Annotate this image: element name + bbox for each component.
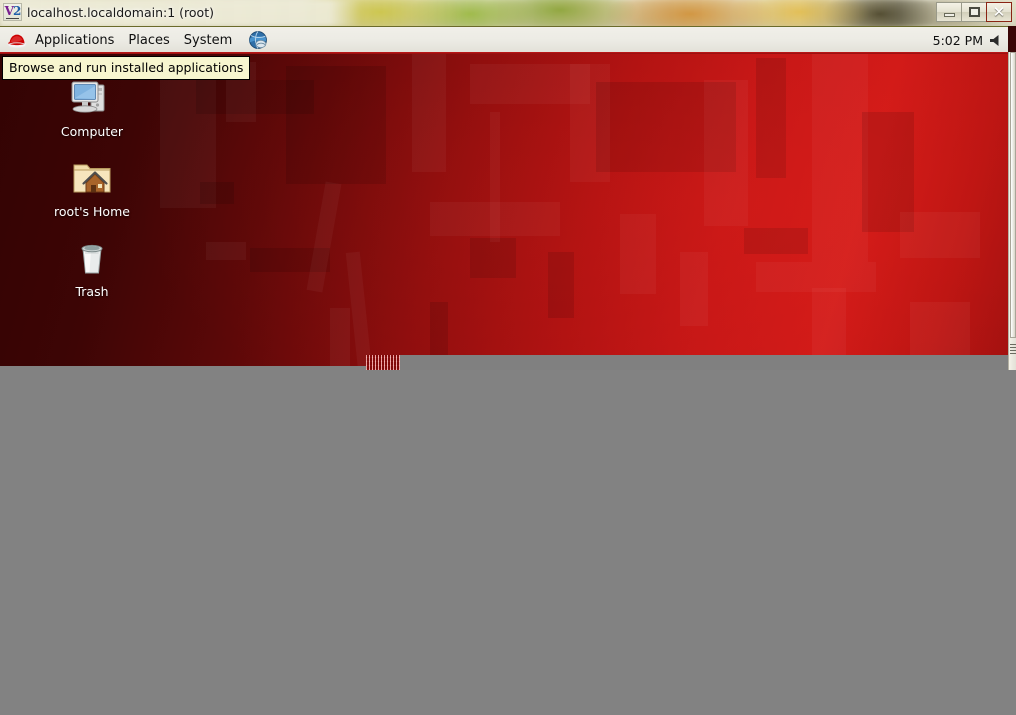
scrollbar-thumb[interactable] <box>1010 52 1016 338</box>
volume-speaker-icon[interactable] <box>989 33 1002 48</box>
panel-left-section: Applications Places System <box>0 27 269 53</box>
desktop-icon-label: Trash <box>75 284 109 299</box>
redhat-logo-svg <box>7 34 27 49</box>
home-folder-icon <box>44 154 140 200</box>
maximize-icon <box>968 7 980 17</box>
clock[interactable]: 5:02 PM <box>933 33 983 48</box>
vnc-viewer-icon: V2 <box>3 3 22 21</box>
vnc-render-artifact <box>366 355 400 370</box>
trash-icon <box>44 234 140 280</box>
scrollbar-grip <box>1010 342 1016 354</box>
remote-desktop-viewport[interactable]: Computer root's Home Trash Applications … <box>0 26 1016 370</box>
desktop-icon-computer[interactable]: Computer <box>44 74 140 139</box>
vnc-icon-letter-v: V <box>4 4 14 18</box>
render-artifact-background <box>400 355 1008 370</box>
vnc-icon-underline <box>6 18 19 19</box>
desktop-icon-root-home[interactable]: root's Home <box>44 154 140 219</box>
desktop-icon-trash[interactable]: Trash <box>44 234 140 299</box>
window-title: localhost.localdomain:1 (root) <box>27 5 214 20</box>
trash-icon-svg <box>81 244 103 274</box>
volume-speaker-icon-svg <box>990 34 999 46</box>
wallpaper-vignette <box>0 52 1008 370</box>
menu-system[interactable]: System <box>177 30 239 51</box>
menu-applications[interactable]: Applications <box>28 30 121 51</box>
vnc-viewer-window: V2 localhost.localdomain:1 (root) ✕ Comp… <box>0 0 1016 370</box>
gnome-top-panel: Applications Places System 5:02 PM <box>0 26 1008 52</box>
desktop-icon-label: Computer <box>60 124 124 139</box>
redhat-logo[interactable] <box>6 29 28 51</box>
computer-icon <box>44 74 140 120</box>
computer-icon-svg <box>71 81 105 113</box>
minimize-icon <box>943 12 955 17</box>
web-browser-launcher-icon[interactable] <box>247 29 269 51</box>
close-icon: ✕ <box>992 2 1006 21</box>
panel-underline <box>0 52 1008 54</box>
window-controls: ✕ <box>936 2 1012 22</box>
empty-background-area <box>0 366 1016 715</box>
globe-icon <box>249 31 268 49</box>
close-button[interactable]: ✕ <box>986 2 1012 22</box>
desktop-wallpaper[interactable] <box>0 52 1008 370</box>
vnc-icon-letter-2: 2 <box>12 4 21 18</box>
menu-places[interactable]: Places <box>121 30 176 51</box>
tooltip: Browse and run installed applications <box>2 56 251 80</box>
desktop-icon-label: root's Home <box>54 204 130 219</box>
window-titlebar[interactable]: V2 localhost.localdomain:1 (root) ✕ <box>0 0 1016 26</box>
maximize-button[interactable] <box>961 2 987 22</box>
vertical-scrollbar[interactable] <box>1008 52 1016 370</box>
panel-right-section: 5:02 PM <box>933 27 1008 53</box>
home-folder-icon-svg <box>73 164 111 193</box>
minimize-button[interactable] <box>936 2 962 22</box>
